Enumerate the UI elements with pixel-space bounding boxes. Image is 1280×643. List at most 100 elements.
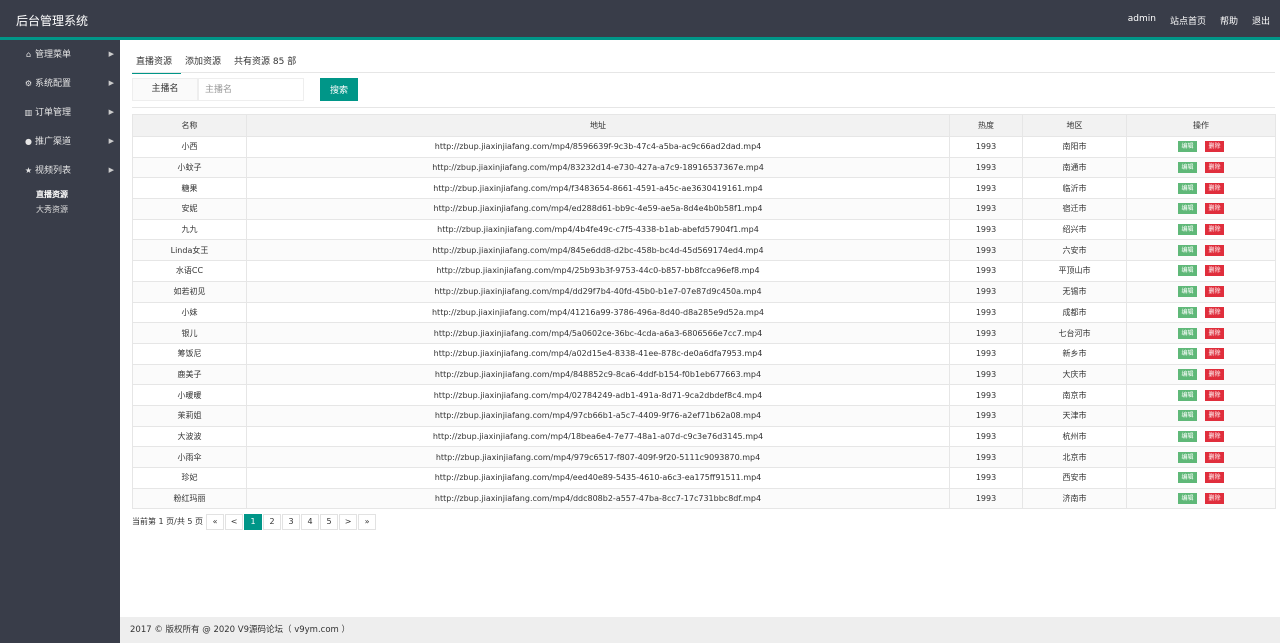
sidebar-item-label: 视频列表 bbox=[35, 166, 72, 176]
top-nav-link[interactable]: 退出 bbox=[1252, 14, 1270, 27]
cell-heat: 1993 bbox=[949, 260, 1023, 282]
sidebar-item[interactable]: ⚙ 系统配置 ▶ bbox=[0, 69, 120, 98]
delete-button[interactable]: 删除 bbox=[1205, 162, 1224, 174]
column-header: 操作 bbox=[1126, 114, 1276, 137]
delete-button[interactable]: 删除 bbox=[1205, 368, 1224, 380]
cell-heat: 1993 bbox=[949, 467, 1023, 489]
delete-button[interactable]: 删除 bbox=[1205, 451, 1224, 463]
delete-button[interactable]: 删除 bbox=[1205, 182, 1224, 194]
cell-url: http://zbup.jiaxinjiafang.com/mp4/ed288d… bbox=[246, 198, 950, 220]
cell-url: http://zbup.jiaxinjiafang.com/mp4/83232d… bbox=[246, 156, 950, 179]
edit-button[interactable]: 编辑 bbox=[1178, 493, 1197, 505]
page-button[interactable]: > bbox=[339, 513, 358, 530]
top-nav-link[interactable]: 帮助 bbox=[1220, 14, 1238, 27]
footer: 2017 © 版权所有 @ 2020 V9源码论坛（ v9ym.com ） bbox=[120, 617, 1280, 643]
search-button[interactable]: 搜索 bbox=[320, 78, 358, 101]
cell-url: http://zbup.jiaxinjiafang.com/mp4/845e6d… bbox=[246, 239, 950, 262]
cell-region: 六安市 bbox=[1022, 239, 1127, 262]
sidebar-subitem[interactable]: 大秀资源 bbox=[0, 202, 120, 217]
delete-button[interactable]: 删除 bbox=[1205, 493, 1224, 505]
edit-button[interactable]: 编辑 bbox=[1178, 327, 1197, 339]
edit-button[interactable]: 编辑 bbox=[1178, 410, 1197, 422]
page-button[interactable]: 1 bbox=[244, 513, 263, 530]
sidebar-item[interactable]: ▥ 订单管理 ▶ bbox=[0, 98, 120, 127]
tab-bar: 直播资源 添加资源 共有资源 85 部 bbox=[132, 48, 305, 74]
table-header-row: 名称 地址 热度 地区 操作 bbox=[132, 114, 1276, 137]
page-button[interactable]: < bbox=[225, 513, 244, 530]
caret-right-icon: ▶ bbox=[108, 108, 114, 116]
cell-region: 西安市 bbox=[1022, 467, 1127, 489]
delete-button[interactable]: 删除 bbox=[1205, 410, 1224, 422]
page-button[interactable]: 3 bbox=[282, 513, 301, 530]
table-row: 小西 http://zbup.jiaxinjiafang.com/mp4/8596… bbox=[132, 136, 1276, 158]
cell-name: 小暖暖 bbox=[132, 384, 247, 406]
delete-button[interactable]: 删除 bbox=[1205, 306, 1224, 318]
delete-button[interactable]: 删除 bbox=[1205, 224, 1224, 236]
edit-button[interactable]: 编辑 bbox=[1178, 306, 1197, 318]
cell-name: 茉莉姐 bbox=[132, 404, 247, 427]
sidebar-item[interactable]: ● 推广渠道 ▶ bbox=[0, 127, 120, 156]
edit-button[interactable]: 编辑 bbox=[1178, 348, 1197, 360]
page-button[interactable]: 5 bbox=[320, 513, 339, 530]
edit-button[interactable]: 编辑 bbox=[1178, 244, 1197, 256]
delete-button[interactable]: 删除 bbox=[1205, 430, 1224, 442]
delete-button[interactable]: 删除 bbox=[1205, 203, 1224, 215]
cell-heat: 1993 bbox=[949, 198, 1023, 220]
sidebar-subitem[interactable]: 直播资源 bbox=[0, 187, 120, 202]
page-button[interactable]: 2 bbox=[263, 513, 282, 530]
cell-heat: 1993 bbox=[949, 342, 1023, 365]
page-button[interactable]: « bbox=[206, 513, 225, 530]
edit-button[interactable]: 编辑 bbox=[1178, 430, 1197, 442]
cell-region: 宿迁市 bbox=[1022, 198, 1127, 220]
delete-button[interactable]: 删除 bbox=[1205, 286, 1224, 298]
cell-heat: 1993 bbox=[949, 425, 1023, 448]
cell-region: 平顶山市 bbox=[1022, 260, 1127, 282]
brand-title: 后台管理系统 bbox=[16, 14, 89, 28]
edit-button[interactable]: 编辑 bbox=[1178, 182, 1197, 194]
edit-button[interactable]: 编辑 bbox=[1178, 224, 1197, 236]
table-row: 如若初见 http://zbup.jiaxinjiafang.com/mp4/dd… bbox=[132, 280, 1276, 303]
top-nav-link[interactable]: 站点首页 bbox=[1170, 14, 1206, 27]
table-row: 九九 http://zbup.jiaxinjiafang.com/mp4/4b4f… bbox=[132, 218, 1276, 241]
table-row: 鹿美子 http://zbup.jiaxinjiafang.com/mp4/848… bbox=[132, 363, 1276, 386]
edit-button[interactable]: 编辑 bbox=[1178, 141, 1197, 153]
delete-button[interactable]: 删除 bbox=[1205, 389, 1224, 401]
edit-button[interactable]: 编辑 bbox=[1178, 286, 1197, 298]
edit-button[interactable]: 编辑 bbox=[1178, 368, 1197, 380]
cogs-icon: ⚙ bbox=[24, 79, 33, 88]
delete-button[interactable]: 删除 bbox=[1205, 265, 1224, 277]
page-button[interactable]: 4 bbox=[301, 513, 320, 530]
table-row: 安妮 http://zbup.jiaxinjiafang.com/mp4/ed28… bbox=[132, 198, 1276, 220]
edit-button[interactable]: 编辑 bbox=[1178, 389, 1197, 401]
cell-heat: 1993 bbox=[949, 239, 1023, 262]
delete-button[interactable]: 删除 bbox=[1205, 244, 1224, 256]
edit-button[interactable]: 编辑 bbox=[1178, 265, 1197, 277]
search-form: 主播名 搜索 bbox=[132, 78, 1275, 108]
cell-name: 小雨伞 bbox=[132, 446, 247, 468]
delete-button[interactable]: 删除 bbox=[1205, 472, 1224, 484]
edit-button[interactable]: 编辑 bbox=[1178, 472, 1197, 484]
tab-item[interactable]: 直播资源 bbox=[132, 48, 182, 74]
page-button[interactable]: » bbox=[358, 513, 377, 530]
tab-item[interactable]: 共有资源 85 部 bbox=[230, 48, 305, 74]
cell-name: 鹿美子 bbox=[132, 363, 247, 386]
cell-actions: 编辑 删除 bbox=[1126, 384, 1276, 406]
caret-right-icon: ▶ bbox=[108, 79, 114, 87]
edit-button[interactable]: 编辑 bbox=[1178, 451, 1197, 463]
top-nav-link[interactable]: admin bbox=[1128, 14, 1156, 27]
delete-button[interactable]: 删除 bbox=[1205, 327, 1224, 339]
search-input[interactable] bbox=[198, 78, 304, 101]
delete-button[interactable]: 删除 bbox=[1205, 141, 1224, 153]
sidebar-item[interactable]: ⌂ 管理菜单 ▶ bbox=[0, 40, 120, 69]
cell-name: 小西 bbox=[132, 136, 247, 158]
edit-button[interactable]: 编辑 bbox=[1178, 203, 1197, 215]
tab-item[interactable]: 添加资源 bbox=[181, 48, 230, 74]
home-icon: ⌂ bbox=[25, 50, 32, 59]
delete-button[interactable]: 删除 bbox=[1205, 348, 1224, 360]
edit-button[interactable]: 编辑 bbox=[1178, 162, 1197, 174]
table-row: 珍妃 http://zbup.jiaxinjiafang.com/mp4/eed4… bbox=[132, 467, 1276, 489]
sidebar-item[interactable]: ★ 视频列表 ▶ bbox=[0, 156, 120, 185]
table-row: 糖果 http://zbup.jiaxinjiafang.com/mp4/f348… bbox=[132, 177, 1276, 200]
cell-actions: 编辑 删除 bbox=[1126, 239, 1276, 262]
table-row: 小雨伞 http://zbup.jiaxinjiafang.com/mp4/979… bbox=[132, 446, 1276, 468]
